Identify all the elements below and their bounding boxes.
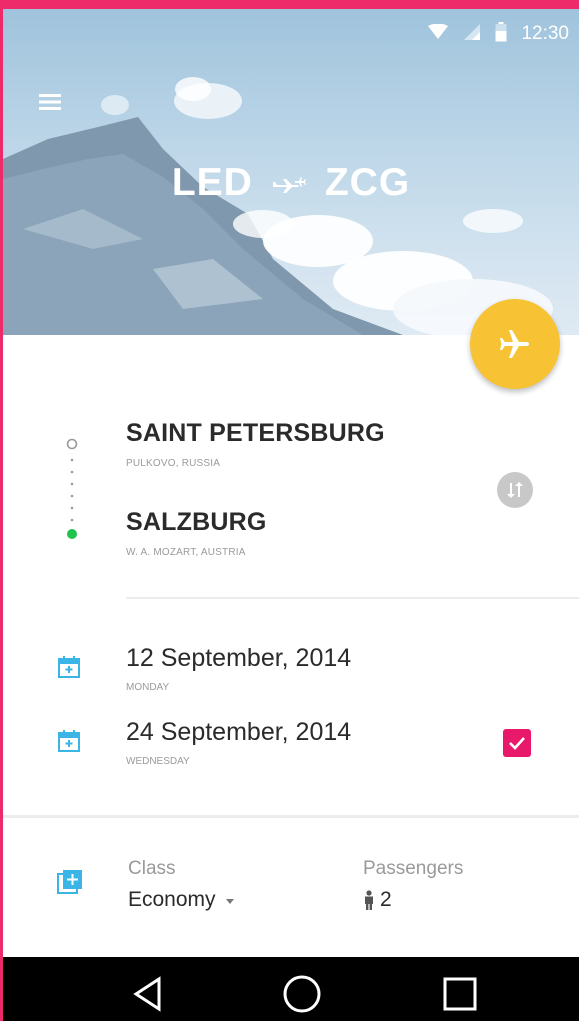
wifi-icon (427, 23, 449, 45)
calendar-icon (58, 730, 80, 752)
route-timeline (66, 438, 78, 539)
battery-icon (495, 21, 507, 47)
class-select[interactable]: Economy (128, 888, 234, 912)
calendar-icon (58, 656, 80, 678)
home-icon (283, 975, 321, 1013)
class-icon (57, 870, 82, 894)
origin-city: SAINT PETERSBURG (126, 419, 385, 447)
hero-header: 12:30 LED ZCG (3, 9, 579, 335)
passengers-value: 2 (380, 888, 392, 911)
status-time: 12:30 (521, 23, 569, 44)
return-weekday: WEDNESDAY (126, 756, 190, 767)
app-screen: 12:30 LED ZCG SAINT PETERSBURG PULKOVO, … (0, 0, 579, 1021)
back-icon (133, 976, 161, 1012)
destination-code: ZCG (324, 161, 411, 204)
route-section: SAINT PETERSBURG PULKOVO, RUSSIA SALZBUR… (3, 335, 579, 595)
departure-date-row[interactable]: 12 September, 2014 MONDAY (3, 641, 579, 701)
recents-icon (443, 977, 477, 1011)
class-label: Class (128, 858, 176, 879)
divider (3, 815, 579, 818)
back-button[interactable] (123, 969, 173, 1019)
origin-code: LED (171, 161, 253, 204)
return-checkbox[interactable] (503, 729, 531, 757)
route-title: LED ZCG (3, 161, 579, 205)
menu-icon (39, 94, 61, 110)
person-icon (365, 890, 373, 910)
swap-button[interactable] (497, 472, 533, 508)
divider (126, 597, 579, 599)
destination-airport: W. A. MOZART, AUSTRIA (126, 547, 246, 558)
signal-icon (463, 23, 481, 46)
departure-weekday: MONDAY (126, 682, 170, 693)
plane-icon (271, 161, 307, 205)
origin-airport: PULKOVO, RUSSIA (126, 458, 221, 469)
chevron-down-icon (225, 899, 234, 904)
passengers-selector[interactable]: 2 (363, 888, 392, 912)
swap-icon (507, 482, 523, 498)
departure-date: 12 September, 2014 (126, 644, 352, 672)
class-value: Economy (128, 888, 216, 911)
return-date: 24 September, 2014 (126, 718, 352, 746)
menu-button[interactable] (33, 87, 67, 117)
origin-field[interactable]: SAINT PETERSBURG PULKOVO, RUSSIA (126, 419, 385, 469)
status-bar: 12:30 (427, 21, 569, 47)
destination-field[interactable]: SALZBURG W. A. MOZART, AUSTRIA (126, 508, 266, 558)
destination-city: SALZBURG (126, 508, 267, 536)
return-date-row[interactable]: 24 September, 2014 WEDNESDAY (3, 715, 579, 775)
recents-button[interactable] (435, 969, 485, 1019)
navigation-bar (3, 957, 579, 1021)
check-icon (509, 737, 525, 750)
home-button[interactable] (277, 969, 327, 1019)
passengers-label: Passengers (363, 858, 464, 879)
